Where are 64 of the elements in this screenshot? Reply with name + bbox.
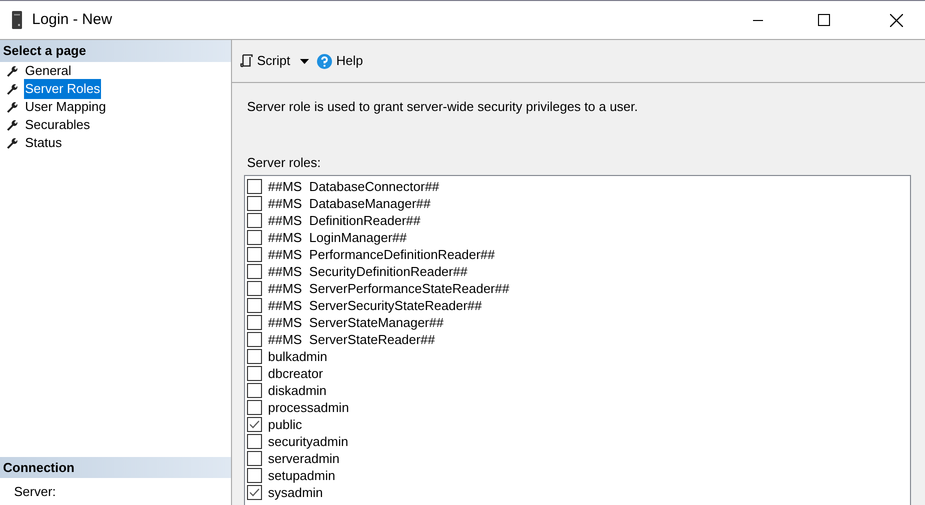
- roles-label: Server roles:: [247, 154, 322, 172]
- role-name: ##MS ServerStateManager##: [268, 314, 444, 332]
- checkbox[interactable]: [247, 196, 262, 211]
- role-name: ##MS ServerSecurityStateReader##: [268, 296, 482, 315]
- role-name: ##MS ServerStateReader##: [268, 330, 435, 349]
- section-header: Connection: [0, 457, 231, 478]
- page-item[interactable]: Securables: [24, 115, 92, 135]
- checkbox[interactable]: [247, 400, 262, 415]
- checkbox[interactable]: [247, 298, 262, 313]
- checkbox[interactable]: [247, 281, 262, 296]
- wrench-icon: [6, 119, 18, 131]
- role-name: ##MS DatabaseManager##: [268, 194, 431, 213]
- checkbox[interactable]: [247, 213, 262, 228]
- checkbox[interactable]: [247, 349, 262, 364]
- server-label: Server:: [14, 482, 56, 501]
- maximize-icon: [818, 14, 830, 26]
- role-name: public: [268, 416, 302, 434]
- checkbox[interactable]: [247, 264, 262, 279]
- wrench-icon: [6, 65, 18, 77]
- role-name: securityadmin: [268, 432, 348, 451]
- check-icon: [249, 488, 260, 497]
- role-name: ##MS PerformanceDefinitionReader##: [268, 246, 495, 264]
- help-button[interactable]: Help: [317, 49, 363, 73]
- wrench-icon: [6, 101, 18, 113]
- role-name: ##MS ServerPerformanceStateReader##: [268, 280, 510, 298]
- role-name: diskadmin: [268, 382, 327, 400]
- checkbox[interactable]: [247, 417, 262, 432]
- checkbox[interactable]: [247, 230, 262, 245]
- role-name: dbcreator: [268, 364, 323, 383]
- checkbox[interactable]: [247, 434, 262, 449]
- wrench-icon: [6, 83, 18, 95]
- window-title: Login - New: [32, 10, 112, 30]
- section-header: Select a page: [0, 40, 231, 62]
- checkbox[interactable]: [247, 247, 262, 262]
- checkbox[interactable]: [247, 383, 262, 398]
- role-name: sysadmin: [268, 484, 323, 502]
- role-name: ##MS DefinitionReader##: [268, 212, 420, 230]
- checkbox[interactable]: [247, 179, 262, 194]
- checkbox[interactable]: [247, 366, 262, 381]
- page-item[interactable]: Server Roles: [24, 79, 102, 99]
- page-item[interactable]: User Mapping: [24, 97, 107, 117]
- role-name: serveradmin: [268, 450, 340, 468]
- dropdown-arrow-icon[interactable]: [300, 58, 310, 64]
- wrench-icon: [6, 137, 18, 149]
- checkbox[interactable]: [247, 468, 262, 483]
- role-name: bulkadmin: [268, 348, 328, 366]
- role-name: ##MS DatabaseConnector##: [268, 178, 440, 196]
- checkbox[interactable]: [247, 451, 262, 466]
- role-name: ##MS LoginManager##: [268, 228, 407, 247]
- server-icon: [12, 11, 22, 29]
- checkbox[interactable]: [247, 315, 262, 330]
- close-icon: [890, 14, 902, 26]
- role-name: ##MS SecurityDefinitionReader##: [268, 262, 468, 281]
- role-name: processadmin: [268, 398, 349, 417]
- page-item[interactable]: General: [24, 61, 72, 81]
- script-icon: [240, 54, 253, 68]
- checkbox[interactable]: [247, 485, 262, 500]
- script-button[interactable]: Script: [240, 49, 290, 73]
- description-text: Server role is used to grant server-wide security privileges to a user.: [247, 98, 639, 116]
- check-icon: [249, 420, 260, 429]
- checkbox[interactable]: [247, 332, 262, 347]
- role-name: setupadmin: [268, 466, 336, 485]
- page-item[interactable]: Status: [24, 133, 63, 153]
- help-icon: [317, 54, 332, 68]
